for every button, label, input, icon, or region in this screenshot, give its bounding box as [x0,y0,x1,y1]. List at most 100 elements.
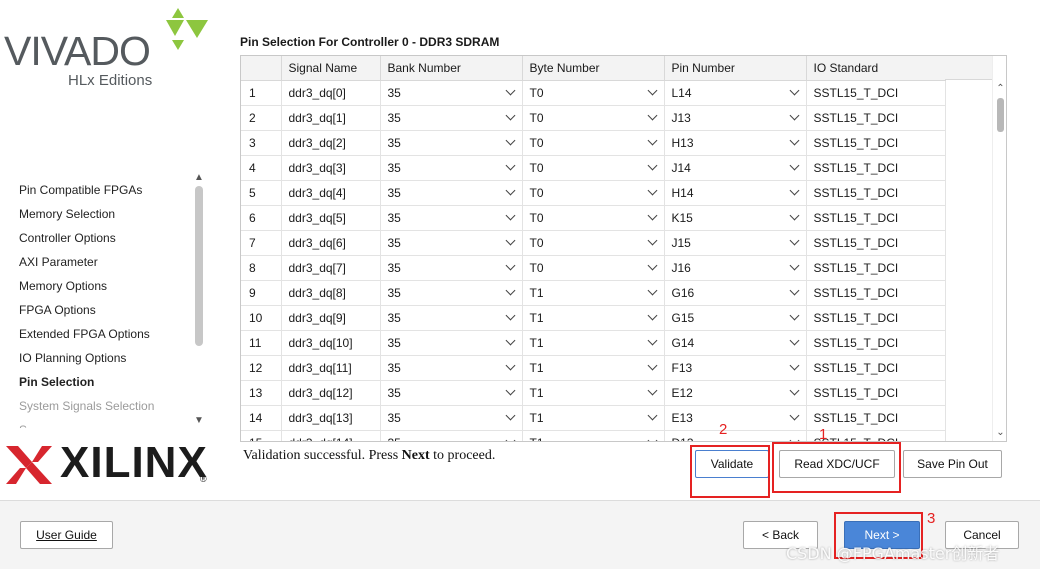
bank-number-dropdown[interactable]: 35 [380,180,523,206]
chevron-down-icon[interactable] [505,385,515,396]
chevron-down-icon[interactable] [647,410,657,421]
pin-number-dropdown[interactable]: D13 [664,430,807,441]
save-pin-out-button[interactable]: Save Pin Out [903,450,1002,478]
bank-number-dropdown[interactable]: 35 [380,205,523,231]
bank-number-dropdown[interactable]: 35 [380,155,523,181]
byte-number-dropdown[interactable]: T1 [522,330,665,356]
bank-number-dropdown[interactable]: 35 [380,380,523,406]
chevron-down-icon[interactable]: ▼ [192,415,206,427]
table-row[interactable]: 15ddr3_dq[14]35T1D13SSTL15_T_DCI [241,430,946,441]
chevron-down-icon[interactable] [505,285,515,296]
col-header-io-standard[interactable]: IO Standard [806,56,946,81]
chevron-down-icon[interactable] [789,235,799,246]
chevron-down-icon[interactable] [789,85,799,96]
chevron-down-icon[interactable] [647,235,657,246]
pin-number-dropdown[interactable]: J13 [664,105,807,131]
bank-number-dropdown[interactable]: 35 [380,130,523,156]
chevron-down-icon[interactable] [647,210,657,221]
byte-number-dropdown[interactable]: T0 [522,255,665,281]
pin-number-dropdown[interactable]: E13 [664,405,807,431]
pin-number-dropdown[interactable]: J14 [664,155,807,181]
user-guide-button[interactable]: User Guide [20,521,113,549]
table-row[interactable]: 6 ddr3_dq[5] 35 T0 K15 SSTL15_T_DCI [241,205,946,231]
table-row[interactable]: 13 ddr3_dq[12] 35 T1 E12 SSTL15_T_DCI [241,380,946,406]
nav-item-pin-compatible-fpgas[interactable]: Pin Compatible FPGAs [19,180,142,200]
pin-number-dropdown[interactable]: K15 [664,205,807,231]
validate-button[interactable]: Validate [695,450,769,478]
nav-item-pin-selection[interactable]: Pin Selection [19,372,94,392]
chevron-down-icon[interactable] [789,160,799,171]
chevron-down-icon[interactable] [505,410,515,421]
bank-number-dropdown[interactable]: 35 [380,255,523,281]
read-xdc-ucf-button[interactable]: Read XDC/UCF [779,450,895,478]
chevron-up-icon[interactable]: ⌃ [993,82,1006,96]
nav-item-memory-options[interactable]: Memory Options [19,276,107,296]
chevron-down-icon[interactable] [505,435,515,441]
table-row[interactable]: 5 ddr3_dq[4] 35 T0 H14 SSTL15_T_DCI [241,180,946,206]
byte-number-dropdown[interactable]: T0 [522,180,665,206]
byte-number-dropdown[interactable]: T0 [522,205,665,231]
chevron-down-icon[interactable] [505,335,515,346]
chevron-down-icon[interactable] [789,310,799,321]
nav-item-fpga-options[interactable]: FPGA Options [19,300,96,320]
pin-number-dropdown[interactable]: J16 [664,255,807,281]
chevron-down-icon[interactable] [789,185,799,196]
chevron-down-icon[interactable] [789,285,799,296]
chevron-down-icon[interactable] [789,335,799,346]
pin-number-dropdown[interactable]: H14 [664,180,807,206]
table-scrollbar[interactable]: ⌃ ⌄ [992,56,1006,441]
bank-number-dropdown[interactable]: 35 [380,305,523,331]
table-row[interactable]: 10 ddr3_dq[9] 35 T1 G15 SSTL15_T_DCI [241,305,946,331]
nav-scrollbar[interactable]: ▲ ▼ [192,172,206,428]
pin-number-dropdown[interactable]: G16 [664,280,807,306]
pin-number-dropdown[interactable]: E12 [664,380,807,406]
chevron-down-icon[interactable] [789,135,799,146]
chevron-down-icon[interactable] [647,285,657,296]
chevron-down-icon[interactable] [505,310,515,321]
chevron-down-icon[interactable] [789,110,799,121]
table-row[interactable]: 1 ddr3_dq[0] 35 T0 L14 SSTL15_T_DCI [241,80,946,106]
chevron-down-icon[interactable] [647,185,657,196]
nav-item-memory-selection[interactable]: Memory Selection [19,204,115,224]
chevron-down-icon[interactable] [789,410,799,421]
chevron-down-icon[interactable] [647,85,657,96]
chevron-down-icon[interactable] [505,160,515,171]
bank-number-dropdown[interactable]: 35 [380,430,523,441]
chevron-down-icon[interactable] [789,210,799,221]
chevron-down-icon[interactable] [505,235,515,246]
nav-item-io-planning-options[interactable]: IO Planning Options [19,348,126,368]
col-header-bank-number[interactable]: Bank Number [380,56,523,81]
chevron-down-icon[interactable] [505,260,515,271]
byte-number-dropdown[interactable]: T0 [522,230,665,256]
chevron-down-icon[interactable]: ⌄ [993,426,1006,440]
chevron-down-icon[interactable] [505,360,515,371]
pin-number-dropdown[interactable]: G15 [664,305,807,331]
byte-number-dropdown[interactable]: T0 [522,105,665,131]
chevron-down-icon[interactable] [505,185,515,196]
chevron-down-icon[interactable] [647,135,657,146]
chevron-down-icon[interactable] [647,360,657,371]
bank-number-dropdown[interactable]: 35 [380,355,523,381]
chevron-down-icon[interactable] [647,310,657,321]
chevron-down-icon[interactable] [505,110,515,121]
byte-number-dropdown[interactable]: T0 [522,155,665,181]
chevron-down-icon[interactable] [505,85,515,96]
chevron-down-icon[interactable] [789,260,799,271]
bank-number-dropdown[interactable]: 35 [380,230,523,256]
col-header-byte-number[interactable]: Byte Number [522,56,665,81]
table-row[interactable]: 12 ddr3_dq[11] 35 T1 F13 SSTL15_T_DCI [241,355,946,381]
chevron-down-icon[interactable] [505,135,515,146]
bank-number-dropdown[interactable]: 35 [380,80,523,106]
pin-number-dropdown[interactable]: J15 [664,230,807,256]
nav-item-extended-fpga-options[interactable]: Extended FPGA Options [19,324,150,344]
bank-number-dropdown[interactable]: 35 [380,330,523,356]
table-scroll-thumb[interactable] [997,98,1004,132]
table-row[interactable]: 14 ddr3_dq[13] 35 T1 E13 SSTL15_T_DCI [241,405,946,431]
col-header-pin-number[interactable]: Pin Number [664,56,807,81]
table-row[interactable]: 11 ddr3_dq[10] 35 T1 G14 SSTL15_T_DCI [241,330,946,356]
chevron-down-icon[interactable] [647,385,657,396]
byte-number-dropdown[interactable]: T1 [522,280,665,306]
bank-number-dropdown[interactable]: 35 [380,105,523,131]
table-row[interactable]: 4 ddr3_dq[3] 35 T0 J14 SSTL15_T_DCI [241,155,946,181]
chevron-up-icon[interactable]: ▲ [192,172,206,184]
